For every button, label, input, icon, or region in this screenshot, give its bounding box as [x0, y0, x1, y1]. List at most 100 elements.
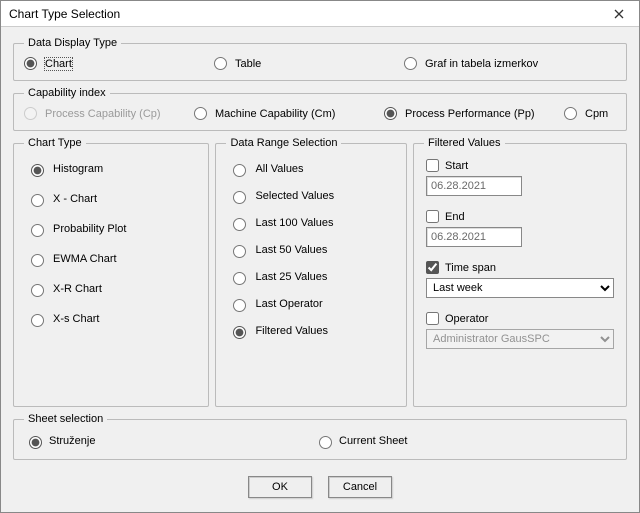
select-operator[interactable]: Administrator GausSPC — [426, 329, 614, 349]
radio-cp-input — [24, 107, 37, 120]
titlebar: Chart Type Selection — [1, 1, 639, 27]
radio-xs-chart-input[interactable] — [31, 314, 44, 327]
radio-chart[interactable]: Chart — [24, 57, 214, 70]
radio-histogram-input[interactable] — [31, 164, 44, 177]
radio-selected-values-input[interactable] — [233, 191, 246, 204]
check-start-label: Start — [445, 160, 468, 172]
group-chart-type: Chart Type Histogram X - Chart Probabili… — [13, 137, 209, 407]
radio-ewma-chart-label: EWMA Chart — [53, 253, 117, 265]
radio-filtered-values-label: Filtered Values — [255, 325, 328, 337]
radio-chart-label: Chart — [45, 58, 72, 70]
radio-xr-chart[interactable]: X-R Chart — [26, 281, 196, 297]
radio-last-100-label: Last 100 Values — [255, 217, 333, 229]
check-operator-label: Operator — [445, 313, 488, 325]
cancel-button[interactable]: Cancel — [328, 476, 392, 498]
radio-last-25-input[interactable] — [233, 272, 246, 285]
data-range-list: All Values Selected Values Last 100 Valu… — [226, 157, 396, 343]
radio-last-operator[interactable]: Last Operator — [228, 296, 394, 312]
radio-probability-plot-label: Probability Plot — [53, 223, 126, 235]
radio-selected-values[interactable]: Selected Values — [228, 188, 394, 204]
radio-xr-chart-input[interactable] — [31, 284, 44, 297]
radio-selected-values-label: Selected Values — [255, 190, 334, 202]
radio-table-input[interactable] — [214, 57, 227, 70]
radio-all-values[interactable]: All Values — [228, 161, 394, 177]
radio-struzenje-input[interactable] — [29, 436, 42, 449]
radio-all-values-input[interactable] — [233, 164, 246, 177]
row-data-display-type: Chart Table Graf in tabela izmerkov — [24, 57, 616, 70]
radio-probability-plot-input[interactable] — [31, 224, 44, 237]
filtered-controls: Start End Time span Last — [424, 157, 616, 351]
radio-pp[interactable]: Process Performance (Pp) — [384, 107, 564, 120]
radio-struzenje[interactable]: Struženje — [24, 433, 314, 449]
radio-last-25-label: Last 25 Values — [255, 271, 327, 283]
row-sheet-selection: Struženje Current Sheet — [24, 433, 616, 449]
radio-histogram[interactable]: Histogram — [26, 161, 196, 177]
radio-ewma-chart[interactable]: EWMA Chart — [26, 251, 196, 267]
radio-last-25[interactable]: Last 25 Values — [228, 269, 394, 285]
radio-cpm-label: Cpm — [585, 108, 608, 120]
radio-pp-input[interactable] — [384, 107, 397, 120]
input-start-date[interactable] — [426, 176, 522, 196]
radio-table-label: Table — [235, 58, 261, 70]
group-sheet-selection: Sheet selection Struženje Current Sheet — [13, 413, 627, 460]
radio-last-100-input[interactable] — [233, 218, 246, 231]
radio-ewma-chart-input[interactable] — [31, 254, 44, 267]
legend-capability-index: Capability index — [24, 87, 110, 99]
select-timespan[interactable]: Last week — [426, 278, 614, 298]
legend-data-display-type: Data Display Type — [24, 37, 121, 49]
radio-graf-tabela-label: Graf in tabela izmerkov — [425, 58, 538, 70]
check-timespan[interactable] — [426, 261, 439, 274]
legend-sheet-selection: Sheet selection — [24, 413, 107, 425]
ok-button[interactable]: OK — [248, 476, 312, 498]
window-title: Chart Type Selection — [9, 7, 120, 21]
group-capability-index: Capability index Process Capability (Cp)… — [13, 87, 627, 131]
radio-graf-tabela-input[interactable] — [404, 57, 417, 70]
radio-cpm[interactable]: Cpm — [564, 107, 608, 120]
radio-last-100[interactable]: Last 100 Values — [228, 215, 394, 231]
radio-cm-input[interactable] — [194, 107, 207, 120]
legend-data-range: Data Range Selection — [226, 137, 341, 149]
check-end[interactable] — [426, 210, 439, 223]
radio-graf-tabela[interactable]: Graf in tabela izmerkov — [404, 57, 538, 70]
close-button[interactable] — [603, 4, 635, 24]
check-end-row: End — [426, 210, 614, 223]
radio-last-operator-label: Last Operator — [255, 298, 322, 310]
radio-filtered-values[interactable]: Filtered Values — [228, 323, 394, 339]
radio-current-sheet[interactable]: Current Sheet — [314, 433, 407, 449]
mid-row: Chart Type Histogram X - Chart Probabili… — [13, 137, 627, 407]
check-start[interactable] — [426, 159, 439, 172]
radio-cm-label: Machine Capability (Cm) — [215, 108, 335, 120]
dialog-content: Data Display Type Chart Table Graf in ta… — [1, 27, 639, 512]
radio-current-sheet-input[interactable] — [319, 436, 332, 449]
radio-last-operator-input[interactable] — [233, 299, 246, 312]
radio-pp-label: Process Performance (Pp) — [405, 108, 535, 120]
row-capability-index: Process Capability (Cp) Machine Capabili… — [24, 107, 616, 120]
input-end-date[interactable] — [426, 227, 522, 247]
legend-filtered-values: Filtered Values — [424, 137, 505, 149]
radio-xs-chart[interactable]: X-s Chart — [26, 311, 196, 327]
radio-xr-chart-label: X-R Chart — [53, 283, 102, 295]
radio-cm[interactable]: Machine Capability (Cm) — [194, 107, 384, 120]
radio-struzenje-label: Struženje — [49, 435, 95, 447]
check-start-row: Start — [426, 159, 614, 172]
radio-x-chart[interactable]: X - Chart — [26, 191, 196, 207]
group-filtered-values: Filtered Values Start End — [413, 137, 627, 407]
radio-chart-input[interactable] — [24, 57, 37, 70]
radio-x-chart-label: X - Chart — [53, 193, 97, 205]
radio-x-chart-input[interactable] — [31, 194, 44, 207]
radio-xs-chart-label: X-s Chart — [53, 313, 99, 325]
group-data-range: Data Range Selection All Values Selected… — [215, 137, 407, 407]
radio-filtered-values-input[interactable] — [233, 326, 246, 339]
radio-last-50-label: Last 50 Values — [255, 244, 327, 256]
radio-cp: Process Capability (Cp) — [24, 107, 194, 120]
radio-table[interactable]: Table — [214, 57, 404, 70]
radio-last-50[interactable]: Last 50 Values — [228, 242, 394, 258]
close-icon — [614, 9, 624, 19]
radio-cp-label: Process Capability (Cp) — [45, 108, 161, 120]
check-operator[interactable] — [426, 312, 439, 325]
radio-last-50-input[interactable] — [233, 245, 246, 258]
radio-probability-plot[interactable]: Probability Plot — [26, 221, 196, 237]
dialog-window: Chart Type Selection Data Display Type C… — [0, 0, 640, 513]
radio-current-sheet-label: Current Sheet — [339, 435, 407, 447]
radio-cpm-input[interactable] — [564, 107, 577, 120]
